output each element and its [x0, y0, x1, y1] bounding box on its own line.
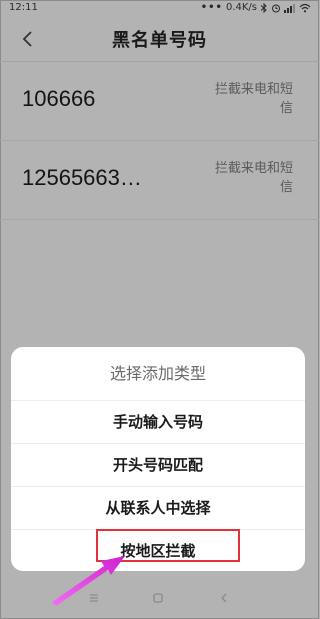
- nav-bar: [0, 585, 319, 611]
- status-time: 12:11: [9, 2, 38, 13]
- manual-input-option[interactable]: 手动输入号码: [11, 400, 305, 443]
- network-speed: 0.4K/s: [225, 2, 257, 13]
- contacts-option[interactable]: 从联系人中选择: [11, 486, 305, 529]
- back-nav-icon[interactable]: [214, 589, 234, 607]
- status-bar: 12:11 ••• 0.4K/s: [0, 0, 319, 16]
- blacklist-number: 106666: [22, 86, 96, 111]
- sheet-title: 选择添加类型: [109, 364, 206, 383]
- wifi-icon: [299, 3, 311, 13]
- home-icon[interactable]: [148, 589, 168, 607]
- blacklist: 106666 拦截来电和短信 12565663… 拦截来电和短信: [0, 62, 319, 220]
- alarm-icon: [271, 3, 281, 13]
- signal-icon: [284, 3, 296, 13]
- highlight-box: [96, 529, 240, 562]
- menu-icon[interactable]: [84, 589, 104, 607]
- blacklist-item[interactable]: 12565663… 拦截来电和短信: [0, 141, 319, 220]
- blacklist-number: 12565663…: [22, 165, 142, 190]
- bluetooth-icon: [260, 3, 268, 13]
- page-title: 黑名单号码: [112, 30, 207, 51]
- blacklist-item[interactable]: 106666 拦截来电和短信: [0, 62, 319, 141]
- status-indicators: ••• 0.4K/s: [201, 0, 311, 16]
- header: 黑名单号码: [0, 16, 319, 62]
- status-dots: •••: [200, 2, 223, 13]
- blacklist-desc: 拦截来电和短信: [214, 82, 293, 116]
- blacklist-desc: 拦截来电和短信: [214, 161, 293, 195]
- prefix-match-option[interactable]: 开头号码匹配: [11, 443, 305, 486]
